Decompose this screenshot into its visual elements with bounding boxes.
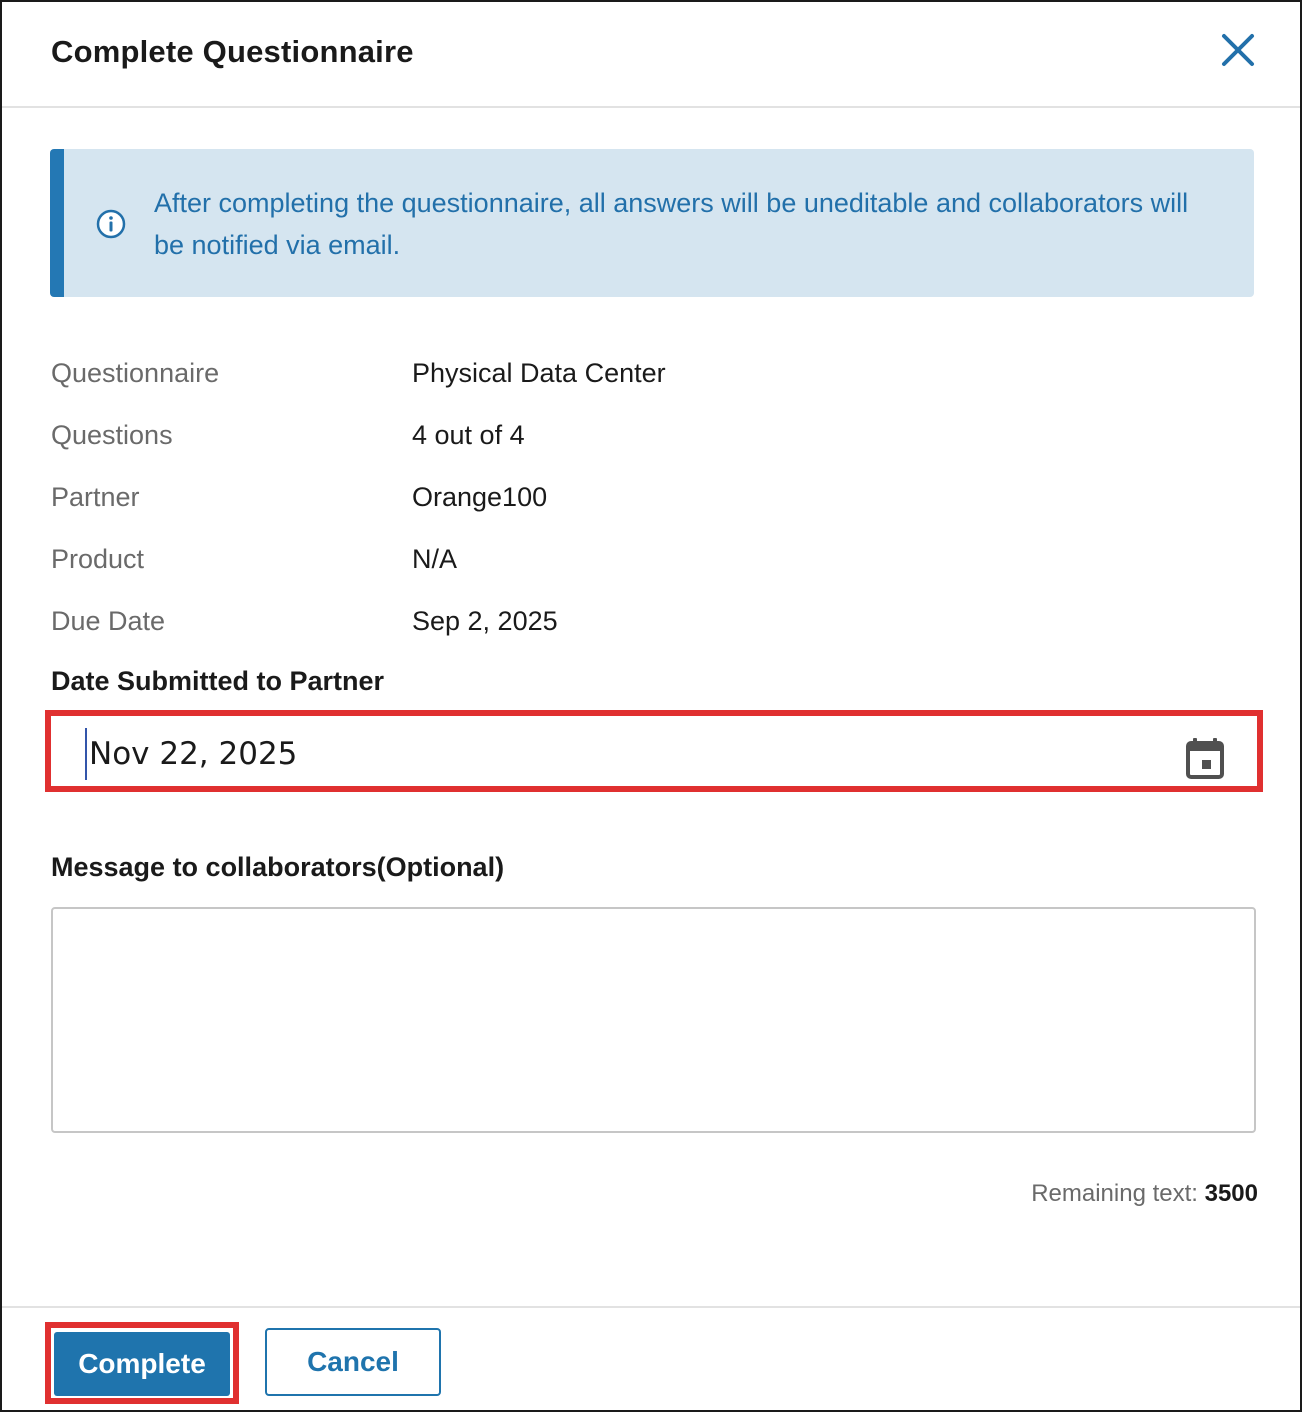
detail-label: Due Date <box>51 606 166 636</box>
dialog-footer: Complete Cancel <box>2 1306 1300 1414</box>
message-label: Message to collaborators(Optional) <box>51 852 505 882</box>
info-banner-text: After completing the questionnaire, all … <box>154 188 1189 260</box>
date-submitted-input[interactable] <box>85 728 1149 780</box>
info-icon <box>96 209 126 239</box>
detail-label: Questionnaire <box>51 358 220 388</box>
dialog-title: Complete Questionnaire <box>51 34 414 69</box>
detail-value: Sep 2, 2025 <box>412 606 558 636</box>
complete-button[interactable]: Complete <box>54 1332 230 1396</box>
close-button[interactable] <box>1216 28 1260 72</box>
detail-value: Physical Data Center <box>412 358 666 388</box>
detail-value: N/A <box>412 544 458 574</box>
info-banner: After completing the questionnaire, all … <box>50 149 1254 297</box>
remaining-text-label: Remaining text: <box>1031 1180 1198 1207</box>
detail-row-partner: Partner Orange100 <box>51 476 1251 538</box>
date-submitted-label: Date Submitted to Partner <box>51 666 385 696</box>
message-textarea[interactable] <box>51 907 1256 1133</box>
detail-label: Questions <box>51 420 173 450</box>
complete-questionnaire-dialog: Complete Questionnaire After completing … <box>0 0 1302 1412</box>
detail-row-questionnaire: Questionnaire Physical Data Center <box>51 352 1251 414</box>
detail-label: Partner <box>51 482 140 512</box>
detail-row-questions: Questions 4 out of 4 <box>51 414 1251 476</box>
remaining-text-count: 3500 <box>1204 1180 1258 1207</box>
detail-value: Orange100 <box>412 482 548 512</box>
dialog-header: Complete Questionnaire <box>2 2 1300 108</box>
detail-value: 4 out of 4 <box>412 420 525 450</box>
remaining-text-counter: Remaining text: 3500 <box>1031 1180 1258 1208</box>
date-submitted-field <box>53 718 1253 792</box>
detail-row-product: Product N/A <box>51 538 1251 600</box>
cancel-button[interactable]: Cancel <box>265 1328 441 1396</box>
questionnaire-details: Questionnaire Physical Data Center Quest… <box>51 352 1251 662</box>
calendar-icon <box>1186 738 1224 779</box>
calendar-button[interactable] <box>1185 736 1225 780</box>
close-icon <box>1222 34 1254 66</box>
detail-row-due-date: Due Date Sep 2, 2025 <box>51 600 1251 662</box>
detail-label: Product <box>51 544 145 574</box>
